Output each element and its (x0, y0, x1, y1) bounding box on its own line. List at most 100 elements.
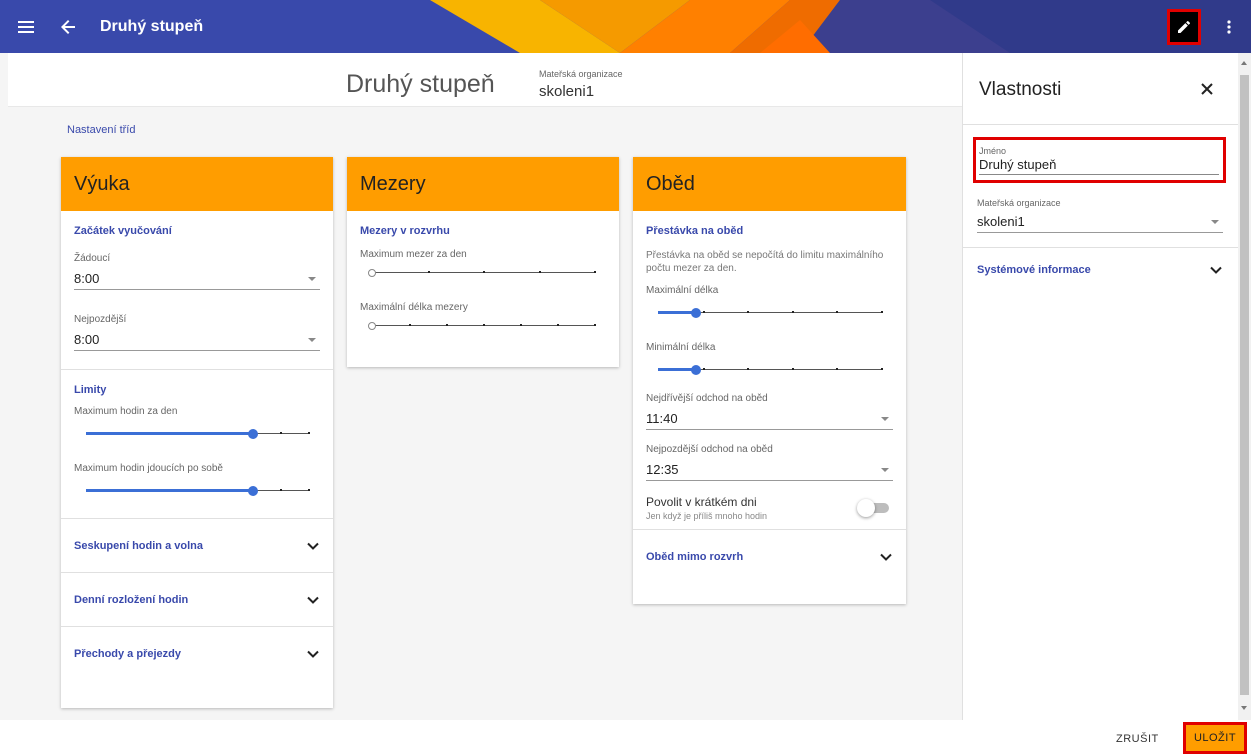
slider-tick (594, 271, 596, 273)
max-per-day-label: Maximum hodin za den (74, 406, 178, 417)
expander-label: Denní rozložení hodin (74, 593, 189, 606)
slider-tick (308, 489, 310, 491)
app-title: Druhý stupeň (100, 17, 204, 35)
desired-start-select[interactable]: 8:00 (74, 268, 320, 290)
max-length-label: Maximální délka (646, 285, 719, 296)
name-field[interactable]: Jméno (973, 137, 1226, 183)
limits-section-title: Limity (74, 384, 107, 396)
toggle-thumb (857, 499, 875, 517)
slider-tick (519, 324, 522, 326)
max-gap-length-label: Maximální délka mezery (360, 302, 468, 313)
edit-button[interactable] (1167, 8, 1201, 45)
expander-lunch-outside[interactable]: Oběd mimo rozvrh (633, 530, 906, 584)
slider-tick (308, 432, 310, 434)
panel-org-field: Mateřská organizace skoleni1 (977, 198, 1223, 247)
expander-grouping[interactable]: Seskupení hodin a volna (61, 519, 333, 573)
max-gap-length-slider[interactable] (368, 319, 596, 333)
short-day-row: Povolit v krátkém dni Jen když je příliš… (646, 495, 893, 521)
name-input[interactable] (979, 157, 1219, 175)
cancel-button[interactable]: ZRUŠIT (1112, 729, 1163, 749)
earliest-lunch-label: Nejdřívější odchod na oběd (646, 393, 768, 404)
chevron-down-icon (1210, 266, 1222, 274)
menu-button[interactable] (14, 15, 38, 39)
slider-tick (483, 271, 485, 273)
section-limits: Limity Maximum hodin za den Maximum hodi… (61, 370, 333, 519)
slider-thumb[interactable] (247, 486, 258, 496)
expander-daily-distribution[interactable]: Denní rozložení hodin (61, 573, 333, 627)
chevron-down-icon (307, 650, 319, 658)
panel-org-select[interactable]: skoleni1 (977, 211, 1223, 233)
dropdown-caret-icon (308, 276, 316, 281)
more-options-button[interactable] (1217, 15, 1241, 39)
expander-label: Přechody a přejezdy (74, 648, 181, 660)
arrow-left-icon (61, 19, 75, 34)
slider-tick (881, 368, 883, 370)
close-icon[interactable] (1199, 81, 1215, 97)
expander-label: Seskupení hodin a volna (74, 539, 203, 552)
slider-thumb[interactable] (247, 429, 258, 439)
back-button[interactable] (56, 15, 80, 39)
slider-thumb[interactable] (368, 322, 376, 330)
expander-label: Oběd mimo rozvrh (646, 551, 744, 563)
slider-tick (747, 311, 750, 313)
min-length-label: Minimální délka (646, 342, 716, 353)
system-info-label: Systémové informace (977, 264, 1091, 276)
card-obed-title: Oběd (633, 157, 906, 211)
max-gaps-slider[interactable] (368, 266, 596, 280)
section-start: Začátek vyučování Žádoucí 8:00 Nejpozděj… (61, 211, 333, 370)
expander-transitions[interactable]: Přechody a přejezdy (61, 627, 333, 681)
earliest-lunch-value: 11:40 (646, 411, 678, 426)
card-obed: Oběd Přestávka na oběd Přestávka na oběd… (633, 157, 906, 604)
scroll-up-arrow-icon[interactable] (1241, 61, 1247, 65)
panel-org-value: skoleni1 (977, 214, 1025, 229)
panel-divider (963, 247, 1239, 248)
scroll-down-arrow-icon[interactable] (1241, 706, 1247, 710)
dropdown-caret-icon (881, 416, 889, 421)
dropdown-caret-icon (308, 337, 316, 342)
earliest-lunch-select[interactable]: 11:40 (646, 408, 893, 430)
name-label: Jméno (979, 146, 1007, 156)
card-vyuka-title: Výuka (61, 157, 333, 211)
chevron-down-icon (307, 596, 319, 604)
card-vyuka: Výuka Začátek vyučování Žádoucí 8:00 Nej… (61, 157, 333, 708)
chevron-down-icon (307, 542, 319, 550)
slider-tick (280, 489, 283, 491)
section-lunch: Přestávka na oběd Přestávka na oběd se n… (633, 211, 906, 530)
class-settings-link[interactable]: Nastavení tříd (67, 124, 135, 136)
panel-scrollbar[interactable] (1238, 53, 1251, 720)
short-day-sub: Jen když je příliš mnoho hodin (646, 511, 768, 521)
main-content: Druhý stupeň Mateřská organizace skoleni… (0, 53, 962, 720)
slider-tick (881, 311, 883, 313)
slider-tick (791, 311, 794, 313)
footer-actions: ZRUŠIT ULOŽIT (0, 720, 1251, 755)
slider-thumb[interactable] (368, 269, 376, 277)
start-section-title: Začátek vyučování (74, 225, 172, 237)
min-length-slider[interactable] (658, 363, 883, 377)
latest-lunch-label: Nejpozdější odchod na oběd (646, 444, 773, 455)
latest-start-select[interactable]: 8:00 (74, 329, 320, 351)
panel-title: Vlastnosti (979, 79, 1062, 100)
system-info-expander[interactable]: Systémové informace (977, 263, 1223, 277)
latest-lunch-select[interactable]: 12:35 (646, 459, 893, 481)
panel-divider (963, 124, 1239, 125)
panel-org-label: Mateřská organizace (977, 198, 1061, 208)
max-consecutive-slider[interactable] (86, 484, 310, 498)
slider-fill (86, 432, 253, 435)
short-day-toggle[interactable] (857, 498, 893, 518)
dropdown-caret-icon (1211, 219, 1219, 224)
slider-tick (747, 368, 750, 370)
slider-thumb[interactable] (690, 308, 701, 318)
org-label: Mateřská organizace (539, 69, 623, 79)
scrollbar-thumb[interactable] (1240, 75, 1249, 695)
max-per-day-slider[interactable] (86, 427, 310, 441)
slider-thumb[interactable] (690, 365, 701, 375)
desired-start-value: 8:00 (74, 271, 100, 286)
slider-tick (836, 311, 839, 313)
slider-tick (791, 368, 794, 370)
section-gaps: Mezery v rozvrhu Maximum mezer za den Ma… (347, 211, 619, 361)
lunch-section-title: Přestávka na oběd (646, 225, 744, 237)
max-gaps-label: Maximum mezer za den (360, 249, 467, 260)
card-mezery: Mezery Mezery v rozvrhu Maximum mezer za… (347, 157, 619, 367)
save-button[interactable]: ULOŽIT (1183, 722, 1247, 754)
max-length-slider[interactable] (658, 306, 883, 320)
